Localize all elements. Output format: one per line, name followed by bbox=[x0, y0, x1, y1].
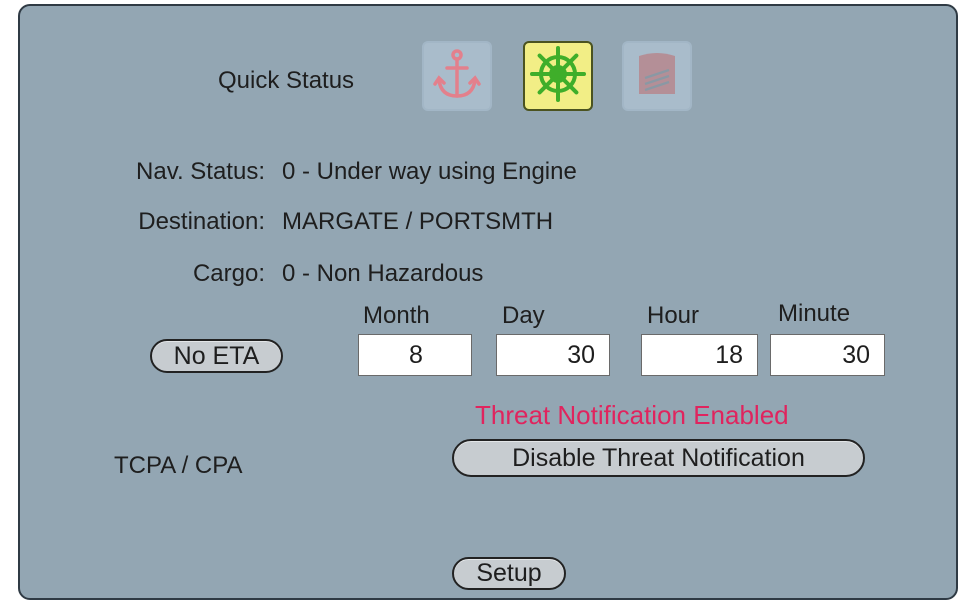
cargo-status-button[interactable] bbox=[622, 41, 692, 111]
threat-status-text: Threat Notification Enabled bbox=[475, 400, 789, 430]
eta-day-input[interactable] bbox=[496, 334, 610, 376]
no-eta-button[interactable]: No ETA bbox=[150, 339, 283, 373]
minute-label: Minute bbox=[778, 300, 851, 327]
setup-label: Setup bbox=[476, 559, 542, 587]
nav-status-value: 0 - Under way using Engine bbox=[282, 158, 577, 185]
ship-wheel-icon bbox=[529, 45, 587, 108]
underway-status-button[interactable] bbox=[523, 41, 593, 111]
setup-button[interactable]: Setup bbox=[452, 557, 566, 590]
cargo-value: 0 - Non Hazardous bbox=[282, 260, 484, 287]
eta-hour-input[interactable] bbox=[641, 334, 758, 376]
no-eta-label: No ETA bbox=[173, 341, 260, 370]
cargo-label: Cargo: bbox=[192, 260, 265, 287]
hour-label: Hour bbox=[647, 302, 700, 329]
eta-month-input[interactable] bbox=[358, 334, 472, 376]
month-label: Month bbox=[363, 302, 430, 329]
destination-label: Destination: bbox=[138, 208, 265, 235]
anchor-status-button[interactable] bbox=[422, 41, 492, 111]
quick-status-panel: Quick Status Nav. Status: 0 - Under way … bbox=[18, 4, 958, 600]
quick-status-label: Quick Status bbox=[218, 67, 355, 94]
anchor-icon bbox=[429, 46, 485, 107]
nav-status-label: Nav. Status: bbox=[136, 158, 265, 185]
day-label: Day bbox=[502, 302, 545, 329]
destination-value: MARGATE / PORTSMTH bbox=[282, 208, 554, 235]
disable-threat-notification-label: Disable Threat Notification bbox=[512, 443, 805, 472]
eta-minute-input[interactable] bbox=[770, 334, 885, 376]
cargo-icon bbox=[635, 50, 679, 103]
tcpa-cpa-label: TCPA / CPA bbox=[114, 452, 243, 479]
disable-threat-notification-button[interactable]: Disable Threat Notification bbox=[452, 439, 865, 477]
